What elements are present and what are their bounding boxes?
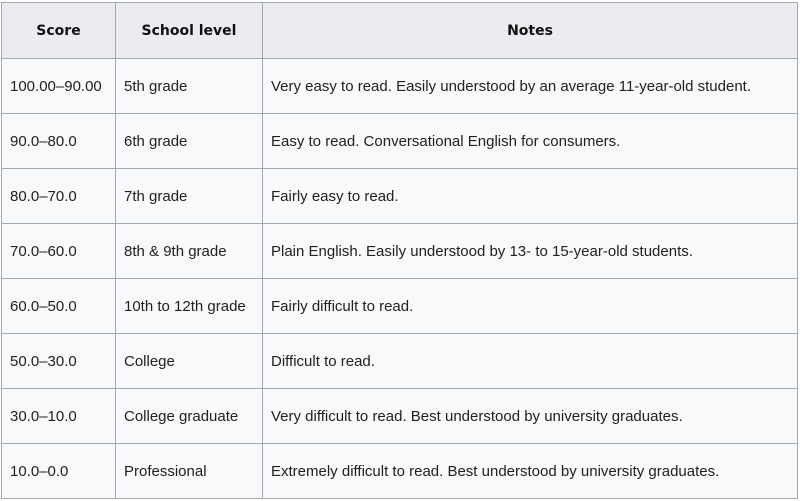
notes-cell: Fairly easy to read. bbox=[262, 168, 798, 224]
score-cell: 70.0–60.0 bbox=[1, 223, 116, 279]
readability-score-table: Score School level Notes 100.00–90.00 5t… bbox=[1, 2, 798, 499]
table-row: 90.0–80.0 6th grade Easy to read. Conver… bbox=[1, 113, 798, 169]
notes-cell: Very easy to read. Easily understood by … bbox=[262, 58, 798, 114]
notes-cell: Difficult to read. bbox=[262, 333, 798, 389]
readability-table-container: Score School level Notes 100.00–90.00 5t… bbox=[1, 2, 798, 499]
column-header-score: Score bbox=[1, 2, 116, 59]
table-row: 50.0–30.0 College Difficult to read. bbox=[1, 333, 798, 389]
column-header-notes: Notes bbox=[262, 2, 798, 59]
header-row: Score School level Notes bbox=[1, 2, 798, 59]
score-cell: 10.0–0.0 bbox=[1, 443, 116, 499]
table-row: 100.00–90.00 5th grade Very easy to read… bbox=[1, 58, 798, 114]
school-level-cell: 10th to 12th grade bbox=[115, 278, 263, 334]
school-level-cell: 7th grade bbox=[115, 168, 263, 224]
score-cell: 60.0–50.0 bbox=[1, 278, 116, 334]
school-level-cell: Professional bbox=[115, 443, 263, 499]
school-level-cell: College bbox=[115, 333, 263, 389]
school-level-cell: 6th grade bbox=[115, 113, 263, 169]
table-row: 70.0–60.0 8th & 9th grade Plain English.… bbox=[1, 223, 798, 279]
notes-cell: Plain English. Easily understood by 13- … bbox=[262, 223, 798, 279]
notes-cell: Easy to read. Conversational English for… bbox=[262, 113, 798, 169]
school-level-cell: 5th grade bbox=[115, 58, 263, 114]
table-row: 30.0–10.0 College graduate Very difficul… bbox=[1, 388, 798, 444]
notes-cell: Very difficult to read. Best understood … bbox=[262, 388, 798, 444]
school-level-cell: 8th & 9th grade bbox=[115, 223, 263, 279]
score-cell: 80.0–70.0 bbox=[1, 168, 116, 224]
score-cell: 30.0–10.0 bbox=[1, 388, 116, 444]
score-cell: 90.0–80.0 bbox=[1, 113, 116, 169]
table-row: 60.0–50.0 10th to 12th grade Fairly diff… bbox=[1, 278, 798, 334]
notes-cell: Fairly difficult to read. bbox=[262, 278, 798, 334]
column-header-school-level: School level bbox=[115, 2, 263, 59]
school-level-cell: College graduate bbox=[115, 388, 263, 444]
table-row: 10.0–0.0 Professional Extremely difficul… bbox=[1, 443, 798, 499]
table-row: 80.0–70.0 7th grade Fairly easy to read. bbox=[1, 168, 798, 224]
notes-cell: Extremely difficult to read. Best unders… bbox=[262, 443, 798, 499]
score-cell: 50.0–30.0 bbox=[1, 333, 116, 389]
score-cell: 100.00–90.00 bbox=[1, 58, 116, 114]
